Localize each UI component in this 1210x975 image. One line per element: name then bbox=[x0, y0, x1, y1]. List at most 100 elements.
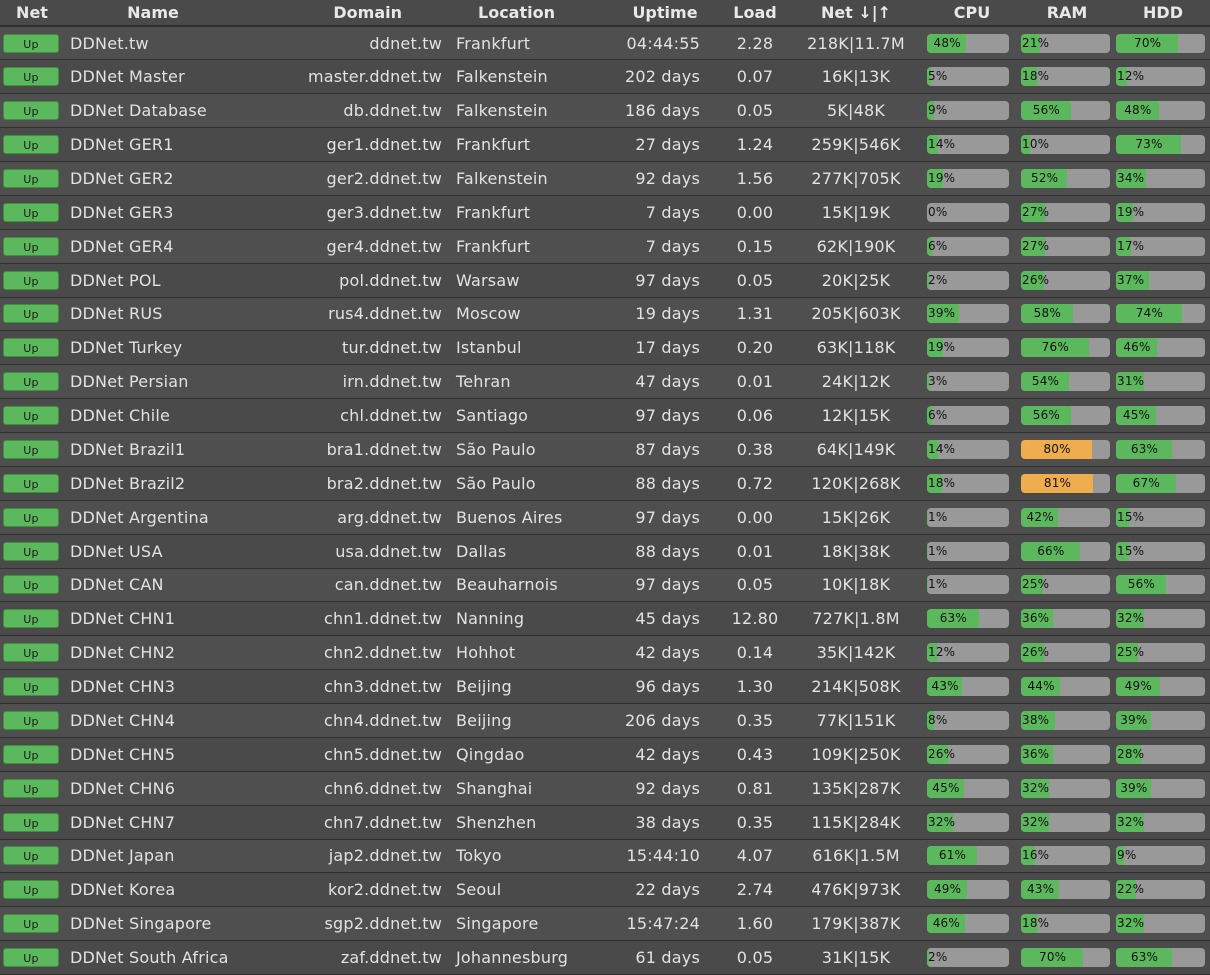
server-location: Johannesburg bbox=[450, 940, 606, 975]
server-name: DDNet CHN7 bbox=[64, 805, 242, 840]
server-location: Moscow bbox=[450, 297, 606, 332]
net-cell: Up bbox=[0, 703, 64, 738]
server-net-io: 10K|18K bbox=[786, 568, 926, 603]
server-uptime: 38 days bbox=[606, 805, 724, 840]
header-net[interactable]: Net bbox=[0, 0, 64, 27]
ram-cell: 52% bbox=[1018, 161, 1116, 196]
server-load: 0.05 bbox=[724, 940, 786, 975]
server-net-io: 62K|190K bbox=[786, 229, 926, 264]
table-row: Up DDNet Turkey tur.ddnet.tw Istanbul 17 day… bbox=[0, 330, 1210, 366]
server-domain: sgp2.ddnet.tw bbox=[242, 906, 450, 942]
status-badge: Up bbox=[3, 406, 59, 426]
status-badge: Up bbox=[3, 609, 59, 629]
header-location[interactable]: Location bbox=[450, 0, 606, 27]
header-name[interactable]: Name bbox=[64, 0, 242, 27]
net-cell: Up bbox=[0, 805, 64, 840]
ram-cell: 21% bbox=[1018, 26, 1116, 61]
server-name: DDNet CHN3 bbox=[64, 669, 242, 704]
ram-progress-bar: 27% bbox=[1021, 236, 1110, 256]
server-load: 0.15 bbox=[724, 229, 786, 264]
hdd-percent-label: 22% bbox=[1117, 882, 1145, 897]
server-name: DDNet RUS bbox=[64, 297, 242, 332]
server-location: Dallas bbox=[450, 534, 606, 569]
cpu-percent-label: 0% bbox=[928, 204, 948, 219]
server-location: Beauharnois bbox=[450, 568, 606, 603]
server-net-io: 727K|1.8M bbox=[786, 601, 926, 637]
ram-progress-bar: 36% bbox=[1021, 609, 1110, 629]
header-net-io[interactable]: Net ↓|↑ bbox=[786, 0, 926, 27]
server-name: DDNet USA bbox=[64, 534, 242, 569]
ram-progress-bar: 42% bbox=[1021, 507, 1110, 527]
server-net-io: 476K|973K bbox=[786, 872, 926, 908]
hdd-cell: 49% bbox=[1116, 669, 1210, 704]
server-uptime: 97 days bbox=[606, 263, 724, 298]
cpu-cell: 43% bbox=[926, 669, 1018, 704]
hdd-progress-bar: 28% bbox=[1116, 744, 1205, 764]
cpu-percent-label: 9% bbox=[928, 103, 948, 118]
net-cell: Up bbox=[0, 601, 64, 637]
net-cell: Up bbox=[0, 93, 64, 129]
cpu-progress-bar: 46% bbox=[927, 914, 1009, 934]
table-row: Up DDNet CHN3 chn3.ddnet.tw Beijing 96 days 1… bbox=[0, 669, 1210, 704]
cpu-cell: 1% bbox=[926, 500, 1018, 535]
ram-cell: 56% bbox=[1018, 398, 1116, 433]
hdd-percent-label: 15% bbox=[1117, 509, 1145, 524]
cpu-percent-label: 39% bbox=[928, 306, 956, 321]
hdd-percent-label: 17% bbox=[1117, 238, 1145, 253]
net-cell: Up bbox=[0, 940, 64, 975]
hdd-progress-bar: 25% bbox=[1116, 643, 1205, 663]
ram-cell: 27% bbox=[1018, 229, 1116, 264]
hdd-progress-bar: 9% bbox=[1116, 846, 1205, 866]
server-domain: chn7.ddnet.tw bbox=[242, 805, 450, 840]
server-location: Singapore bbox=[450, 906, 606, 942]
server-location: Beijing bbox=[450, 669, 606, 704]
server-uptime: 45 days bbox=[606, 601, 724, 637]
cpu-percent-label: 14% bbox=[928, 137, 956, 152]
status-badge: Up bbox=[3, 202, 59, 222]
cpu-percent-label: 5% bbox=[928, 69, 948, 84]
server-name: DDNet Turkey bbox=[64, 330, 242, 366]
cpu-cell: 1% bbox=[926, 534, 1018, 569]
table-row: Up DDNet.tw ddnet.tw Frankfurt 04:44:55 2.28 2… bbox=[0, 26, 1210, 61]
header-cpu[interactable]: CPU bbox=[926, 0, 1018, 27]
ram-progress-bar: 26% bbox=[1021, 270, 1110, 290]
ram-progress-bar: 32% bbox=[1021, 812, 1110, 832]
hdd-progress-bar: 17% bbox=[1116, 236, 1205, 256]
cpu-progress-bar: 6% bbox=[927, 236, 1009, 256]
server-load: 0.05 bbox=[724, 263, 786, 298]
ram-cell: 66% bbox=[1018, 534, 1116, 569]
header-uptime[interactable]: Uptime bbox=[606, 0, 724, 27]
ram-percent-label: 52% bbox=[1030, 170, 1059, 185]
table-row: Up DDNet CHN5 chn5.ddnet.tw Qingdao 42 days 0… bbox=[0, 737, 1210, 772]
hdd-percent-label: 25% bbox=[1117, 645, 1145, 660]
header-hdd[interactable]: HDD bbox=[1116, 0, 1210, 27]
hdd-percent-label: 67% bbox=[1132, 475, 1160, 490]
server-location: Falkenstein bbox=[450, 93, 606, 129]
table-row: Up DDNet RUS rus4.ddnet.tw Moscow 19 days 1.3… bbox=[0, 297, 1210, 332]
server-load: 0.35 bbox=[724, 703, 786, 738]
header-load[interactable]: Load bbox=[724, 0, 786, 27]
hdd-cell: 37% bbox=[1116, 263, 1210, 298]
server-location: Hohhot bbox=[450, 635, 606, 671]
status-badge: Up bbox=[3, 67, 59, 87]
server-domain: usa.ddnet.tw bbox=[242, 534, 450, 569]
hdd-cell: 9% bbox=[1116, 839, 1210, 874]
server-uptime: 202 days bbox=[606, 59, 724, 95]
server-net-io: 218K|11.7M bbox=[786, 26, 926, 61]
server-net-io: 135K|287K bbox=[786, 771, 926, 806]
ram-percent-label: 54% bbox=[1031, 374, 1060, 389]
cpu-cell: 46% bbox=[926, 906, 1018, 942]
server-domain: chn4.ddnet.tw bbox=[242, 703, 450, 738]
cpu-cell: 19% bbox=[926, 330, 1018, 366]
cpu-progress-bar: 9% bbox=[927, 101, 1009, 121]
hdd-progress-bar: 63% bbox=[1116, 948, 1205, 968]
hdd-percent-label: 32% bbox=[1117, 814, 1145, 829]
cpu-progress-bar: 48% bbox=[927, 33, 1009, 53]
server-name: DDNet GER1 bbox=[64, 127, 242, 162]
hdd-progress-bar: 74% bbox=[1116, 304, 1205, 324]
ram-progress-bar: 56% bbox=[1021, 406, 1110, 426]
cpu-cell: 14% bbox=[926, 127, 1018, 162]
cpu-cell: 49% bbox=[926, 872, 1018, 908]
header-domain[interactable]: Domain bbox=[242, 0, 450, 27]
header-ram[interactable]: RAM bbox=[1018, 0, 1116, 27]
